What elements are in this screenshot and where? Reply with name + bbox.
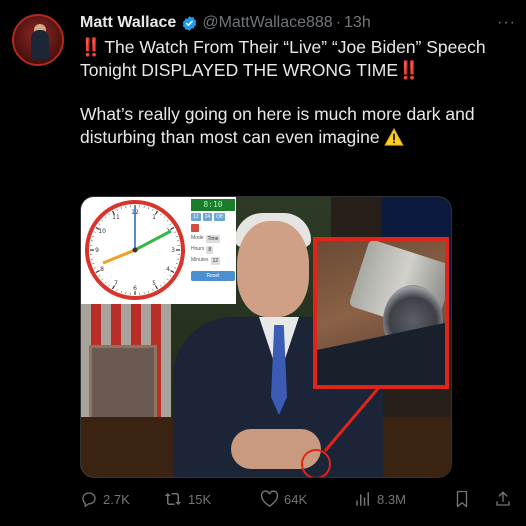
clock-number: 3 <box>171 247 175 254</box>
minutes-label: Minutes <box>191 257 209 263</box>
author-handle[interactable]: @MattWallace888 <box>202 14 332 32</box>
tweet-line-1: The Watch From Their “Live” “Joe Biden” … <box>80 37 486 80</box>
more-options-icon[interactable]: ··· <box>497 14 516 32</box>
reset-button[interactable]: Reset <box>191 271 235 281</box>
mode-label: Mode <box>191 235 204 241</box>
tweet-paragraph-1: ‼️ The Watch From Their “Live” “Joe Bide… <box>80 36 510 81</box>
clock-number: 7 <box>114 280 118 287</box>
avatar-figure <box>31 30 49 60</box>
clock-number: 6 <box>133 285 137 292</box>
reply-count: 2.7K <box>103 491 130 507</box>
double-exclamation-icon: ‼️ <box>80 37 102 57</box>
tweet-text: ‼️ The Watch From Their “Live” “Joe Bide… <box>80 36 510 173</box>
reply-button[interactable]: 2.7K <box>80 490 130 508</box>
reply-icon <box>82 492 96 508</box>
set-button[interactable] <box>191 224 200 232</box>
time-button[interactable]: Time <box>205 235 221 243</box>
clock-number: 5 <box>152 280 156 287</box>
share-icon <box>496 491 510 506</box>
clock-inset: 12 12 3 4 5 6 7 8 9 10 11 8:10 12 24 Off Mode Time… <box>81 197 236 304</box>
like-button[interactable]: 64K <box>260 490 307 508</box>
author-name[interactable]: Matt Wallace <box>80 14 176 32</box>
jacket-cuff <box>317 322 445 385</box>
clock-number: 1 <box>152 214 156 221</box>
tweet-actions-bar: 2.7K 15K 64K 8.3M <box>80 486 520 512</box>
views-count: 8.3M <box>377 491 406 507</box>
verified-badge-icon <box>181 15 198 32</box>
clock-number: 4 <box>166 266 170 273</box>
tweet-media-image[interactable]: 12 12 3 4 5 6 7 8 9 10 11 8:10 12 24 Off Mode Time… <box>80 196 452 478</box>
timestamp[interactable]: 13h <box>344 14 371 32</box>
separator-dot: · <box>335 14 342 31</box>
mode-off-button[interactable]: Off <box>214 213 225 221</box>
tweet-line-2: What’s really going on here is much more… <box>80 104 475 147</box>
tweet-paragraph-2: What’s really going on here is much more… <box>80 103 510 151</box>
repost-count: 15K <box>188 491 212 507</box>
views-button[interactable]: 8.3M <box>354 490 406 508</box>
share-button[interactable] <box>494 490 512 508</box>
views-chart-icon <box>356 492 369 506</box>
bookmark-button[interactable] <box>454 490 470 508</box>
repost-button[interactable]: 15K <box>163 490 211 508</box>
clock-number: 11 <box>112 214 120 221</box>
avatar[interactable] <box>12 14 64 66</box>
clock-number: 8 <box>100 266 104 273</box>
clock-number: 10 <box>98 228 106 235</box>
zoomed-watch-inset <box>313 237 449 389</box>
mode-24-button[interactable]: 24 <box>202 213 213 221</box>
clock-controls: 12 24 Off Mode Time Hours 8 Minutes 12 R… <box>191 213 235 301</box>
tweet-header: Matt Wallace @MattWallace888 · 13h <box>80 12 514 34</box>
bookmark-icon <box>456 490 468 508</box>
like-count: 64K <box>284 491 308 507</box>
digital-clock-display: 8:10 <box>191 199 235 211</box>
double-exclamation-icon: ‼️ <box>398 59 420 80</box>
analog-clock: 121234567891011 <box>85 200 185 300</box>
repost-icon <box>164 493 182 505</box>
heart-icon <box>260 490 279 507</box>
warning-icon <box>384 127 405 152</box>
clock-number: 9 <box>95 247 99 254</box>
minutes-input[interactable]: 12 <box>210 257 221 265</box>
hours-input[interactable]: 8 <box>206 246 214 254</box>
mode-12-button[interactable]: 12 <box>191 213 201 221</box>
hours-label: Hours <box>191 246 205 252</box>
